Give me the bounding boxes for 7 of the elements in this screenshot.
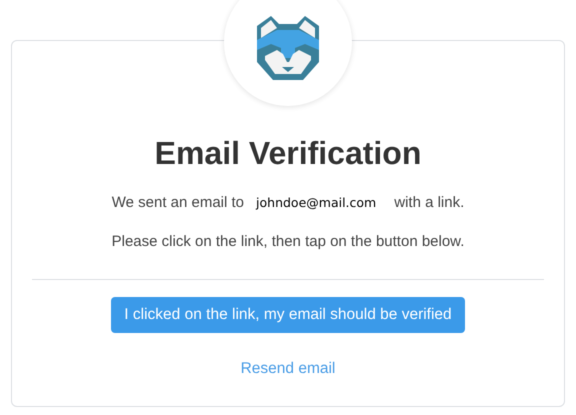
message-text: with a link. [394, 193, 464, 213]
page-title: Email Verification [154, 134, 422, 173]
confirm-button[interactable]: I clicked on the link, my email should be verified [111, 297, 465, 333]
email-address: johndoe@mail.com [256, 194, 376, 212]
resend-email-link[interactable]: Resend email [240, 359, 336, 379]
message-text: We sent an email to [112, 193, 244, 213]
instruction-text: Please click on the link, then tap on the button below. [112, 232, 464, 252]
